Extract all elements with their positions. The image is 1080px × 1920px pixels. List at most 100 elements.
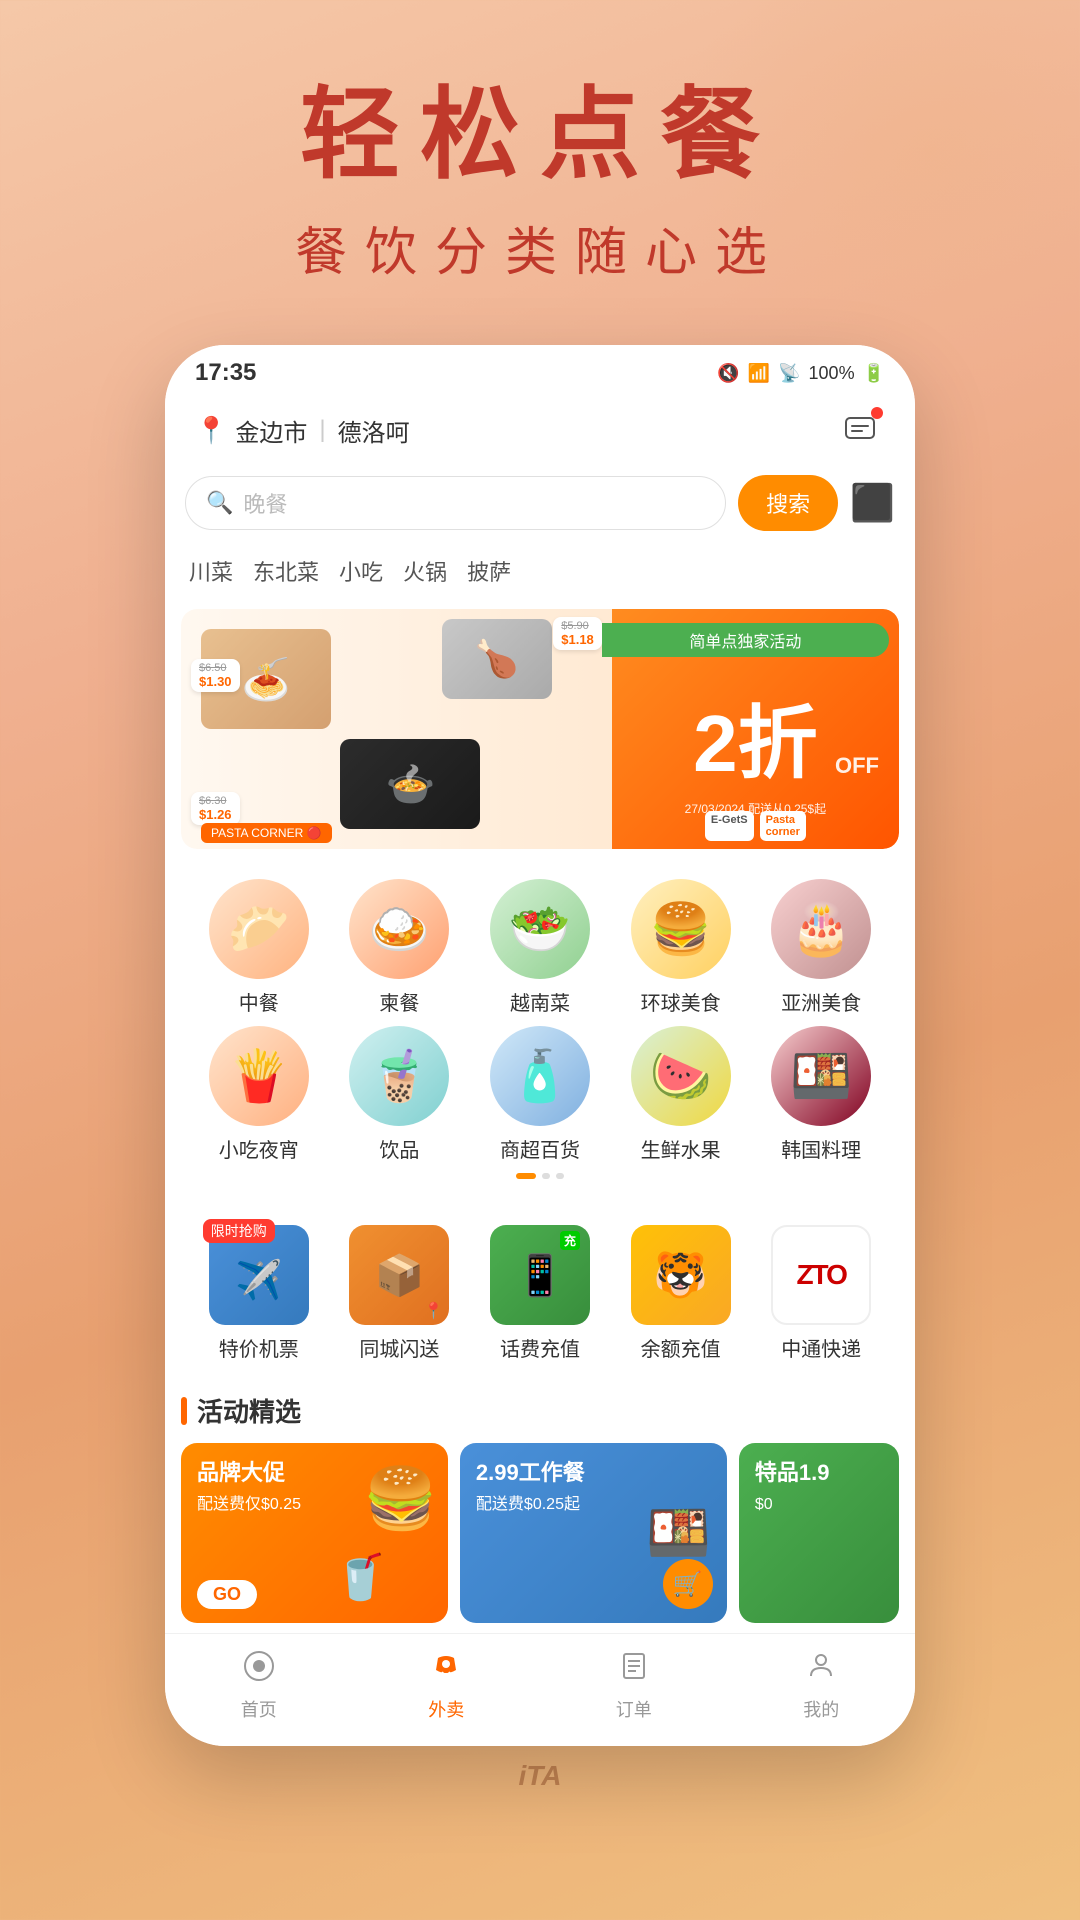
search-icon: 🔍 xyxy=(206,490,233,516)
food-vietnamese-label: 越南菜 xyxy=(510,987,570,1016)
category-tabs: 川菜 东北菜 小吃 火锅 披萨 xyxy=(165,541,915,601)
location-pin-icon: 📍 xyxy=(195,415,227,446)
service-flight[interactable]: 限时抢购 ✈️ 特价机票 xyxy=(191,1225,327,1362)
hero-section: 轻松点餐 餐饮分类随心选 xyxy=(295,80,785,285)
nav-profile-icon xyxy=(805,1650,837,1690)
service-zto[interactable]: ZTO 中通快递 xyxy=(753,1225,889,1362)
dot-active xyxy=(516,1173,536,1179)
nav-takeout[interactable]: 外卖 xyxy=(353,1650,541,1722)
nav-profile-label: 我的 xyxy=(803,1696,839,1722)
food-fresh[interactable]: 🍉 生鲜水果 xyxy=(613,1026,749,1163)
nav-home-icon xyxy=(243,1650,275,1690)
search-placeholder: 晚餐 xyxy=(243,487,287,519)
battery-level: 100% xyxy=(809,363,855,384)
location-area: 德洛呵 xyxy=(338,413,410,448)
activities-section: 活动精选 品牌大促配送费仅$0.25 GO 🍔 🥤 2.99工作餐配送费$0.2… xyxy=(181,1392,899,1623)
restaurant-label: PASTA CORNER 🔴 xyxy=(201,823,332,843)
card-food-icon: 🍔 xyxy=(363,1463,438,1534)
tab-snacks[interactable]: 小吃 xyxy=(339,551,383,591)
tab-northeast[interactable]: 东北菜 xyxy=(253,551,319,591)
price-tag-2: $6.50 $1.30 xyxy=(191,659,240,692)
service-express[interactable]: 📦 📍 同城闪送 xyxy=(332,1225,468,1362)
food-chinese[interactable]: 🥟 中餐 xyxy=(191,879,327,1016)
tab-hotpot[interactable]: 火锅 xyxy=(403,551,447,591)
promo-banner[interactable]: 🍝 🍗 🍲 $5.90 $1.18 $6.50 $1.30 $6.30 $1.2… xyxy=(181,609,899,849)
food-asian[interactable]: 🎂 亚洲美食 xyxy=(753,879,889,1016)
search-bar[interactable]: 🔍 晚餐 xyxy=(185,476,726,530)
flight-badge: 限时抢购 xyxy=(203,1219,275,1243)
food-asian-label: 亚洲美食 xyxy=(781,987,861,1016)
section-header: 活动精选 xyxy=(181,1392,899,1429)
card-drink-icon: 🥤 xyxy=(333,1551,388,1603)
food-supermarket-label: 商超百货 xyxy=(500,1134,580,1163)
activity-card-brand[interactable]: 品牌大促配送费仅$0.25 GO 🍔 🥤 xyxy=(181,1443,448,1623)
tab-sichuan[interactable]: 川菜 xyxy=(189,551,233,591)
tab-pizza[interactable]: 披萨 xyxy=(467,551,511,591)
nav-orders[interactable]: 订单 xyxy=(540,1650,728,1722)
service-balance-label: 余额充值 xyxy=(641,1333,721,1362)
food-supermarket[interactable]: 🧴 商超百货 xyxy=(472,1026,608,1163)
food-korean[interactable]: 🍱 韩国料理 xyxy=(753,1026,889,1163)
battery-icon: 🔋 xyxy=(863,363,885,384)
scan-icon[interactable]: ⬛ xyxy=(850,482,895,524)
activity-card-work-meal[interactable]: 2.99工作餐配送费$0.25起 🍱 🛒 xyxy=(460,1443,727,1623)
nav-takeout-label: 外卖 xyxy=(428,1696,464,1722)
food-cambodian[interactable]: 🍛 柬餐 xyxy=(332,879,468,1016)
nav-home[interactable]: 首页 xyxy=(165,1650,353,1722)
dot-2 xyxy=(542,1173,550,1179)
wifi-icon: 📶 xyxy=(748,363,770,384)
mute-icon: 🔇 xyxy=(717,363,739,384)
location-city: 金边市 xyxy=(235,413,307,448)
banner-promo-area: 简单点独家活动 2折 OFF 27/03/2024 配送从0.25$起 E-Ge… xyxy=(612,609,899,849)
nav-home-label: 首页 xyxy=(241,1696,277,1722)
status-icons: 🔇 📶 📡 100% 🔋 xyxy=(717,363,885,384)
card-brand-title: 品牌大促配送费仅$0.25 xyxy=(197,1459,301,1516)
hero-subtitle: 餐饮分类随心选 xyxy=(295,210,785,285)
search-button[interactable]: 搜索 xyxy=(738,475,838,531)
card-meal-icon: 🍱 xyxy=(646,1503,711,1564)
food-grid: 🥟 中餐 🍛 柬餐 🥗 越南菜 🍔 环球美食 🎂 亚洲美食 � xyxy=(191,879,889,1163)
status-bar: 17:35 🔇 📶 📡 100% 🔋 xyxy=(165,345,915,395)
food-category-section: 🥟 中餐 🍛 柬餐 🥗 越南菜 🍔 环球美食 🎂 亚洲美食 � xyxy=(181,859,899,1195)
app-header: 📍 金边市 | 德洛呵 xyxy=(165,395,915,465)
services-section: 限时抢购 ✈️ 特价机票 📦 📍 同城闪送 📱 充 话费充值 xyxy=(181,1205,899,1382)
food-world[interactable]: 🍔 环球美食 xyxy=(613,879,749,1016)
service-express-label: 同城闪送 xyxy=(359,1333,439,1362)
promo-tag: 简单点独家活动 xyxy=(602,623,889,657)
food-fresh-label: 生鲜水果 xyxy=(641,1134,721,1163)
section-title: 活动精选 xyxy=(197,1392,301,1429)
service-topup[interactable]: 📱 充 话费充值 xyxy=(472,1225,608,1362)
pagination-dots xyxy=(191,1163,889,1185)
activity-cards: 品牌大促配送费仅$0.25 GO 🍔 🥤 2.99工作餐配送费$0.25起 🍱 … xyxy=(181,1443,899,1623)
location-bar[interactable]: 📍 金边市 | 德洛呵 xyxy=(195,413,410,448)
service-flight-icon: 限时抢购 ✈️ xyxy=(209,1225,309,1325)
status-time: 17:35 xyxy=(195,359,256,387)
message-badge xyxy=(871,407,883,419)
food-cambodian-label: 柬餐 xyxy=(379,987,419,1016)
food-korean-label: 韩国料理 xyxy=(781,1134,861,1163)
location-separator: | xyxy=(319,416,325,444)
card-go-button[interactable]: GO xyxy=(197,1580,257,1609)
signal-icon: 📡 xyxy=(778,363,800,384)
service-balance[interactable]: 🐯 余额充值 xyxy=(613,1225,749,1362)
service-flight-label: 特价机票 xyxy=(219,1333,299,1362)
food-drink[interactable]: 🧋 饮品 xyxy=(332,1026,468,1163)
bottom-nav: 首页 外卖 订单 xyxy=(165,1633,915,1746)
card-work-title: 2.99工作餐配送费$0.25起 xyxy=(476,1459,585,1516)
card-special-title: 特品1.9$0 xyxy=(755,1459,830,1516)
nav-profile[interactable]: 我的 xyxy=(728,1650,916,1722)
nav-takeout-icon xyxy=(430,1650,462,1690)
watermark-text: iTA xyxy=(518,1760,561,1792)
phone-mockup: 17:35 🔇 📶 📡 100% 🔋 📍 金边市 | 德洛呵 🔍 晚 xyxy=(165,345,915,1746)
food-vietnamese[interactable]: 🥗 越南菜 xyxy=(472,879,608,1016)
food-chinese-label: 中餐 xyxy=(239,987,279,1016)
message-button[interactable] xyxy=(835,405,885,455)
banner-food-area: 🍝 🍗 🍲 $5.90 $1.18 $6.50 $1.30 $6.30 $1.2… xyxy=(181,609,612,849)
cart-button[interactable]: 🛒 xyxy=(663,1559,713,1609)
service-express-icon: 📦 📍 xyxy=(349,1225,449,1325)
service-zto-icon: ZTO xyxy=(771,1225,871,1325)
activity-card-special[interactable]: 特品1.9$0 xyxy=(739,1443,899,1623)
food-snack[interactable]: 🍟 小吃夜宵 xyxy=(191,1026,327,1163)
off-label: OFF xyxy=(835,753,879,779)
food-world-label: 环球美食 xyxy=(641,987,721,1016)
